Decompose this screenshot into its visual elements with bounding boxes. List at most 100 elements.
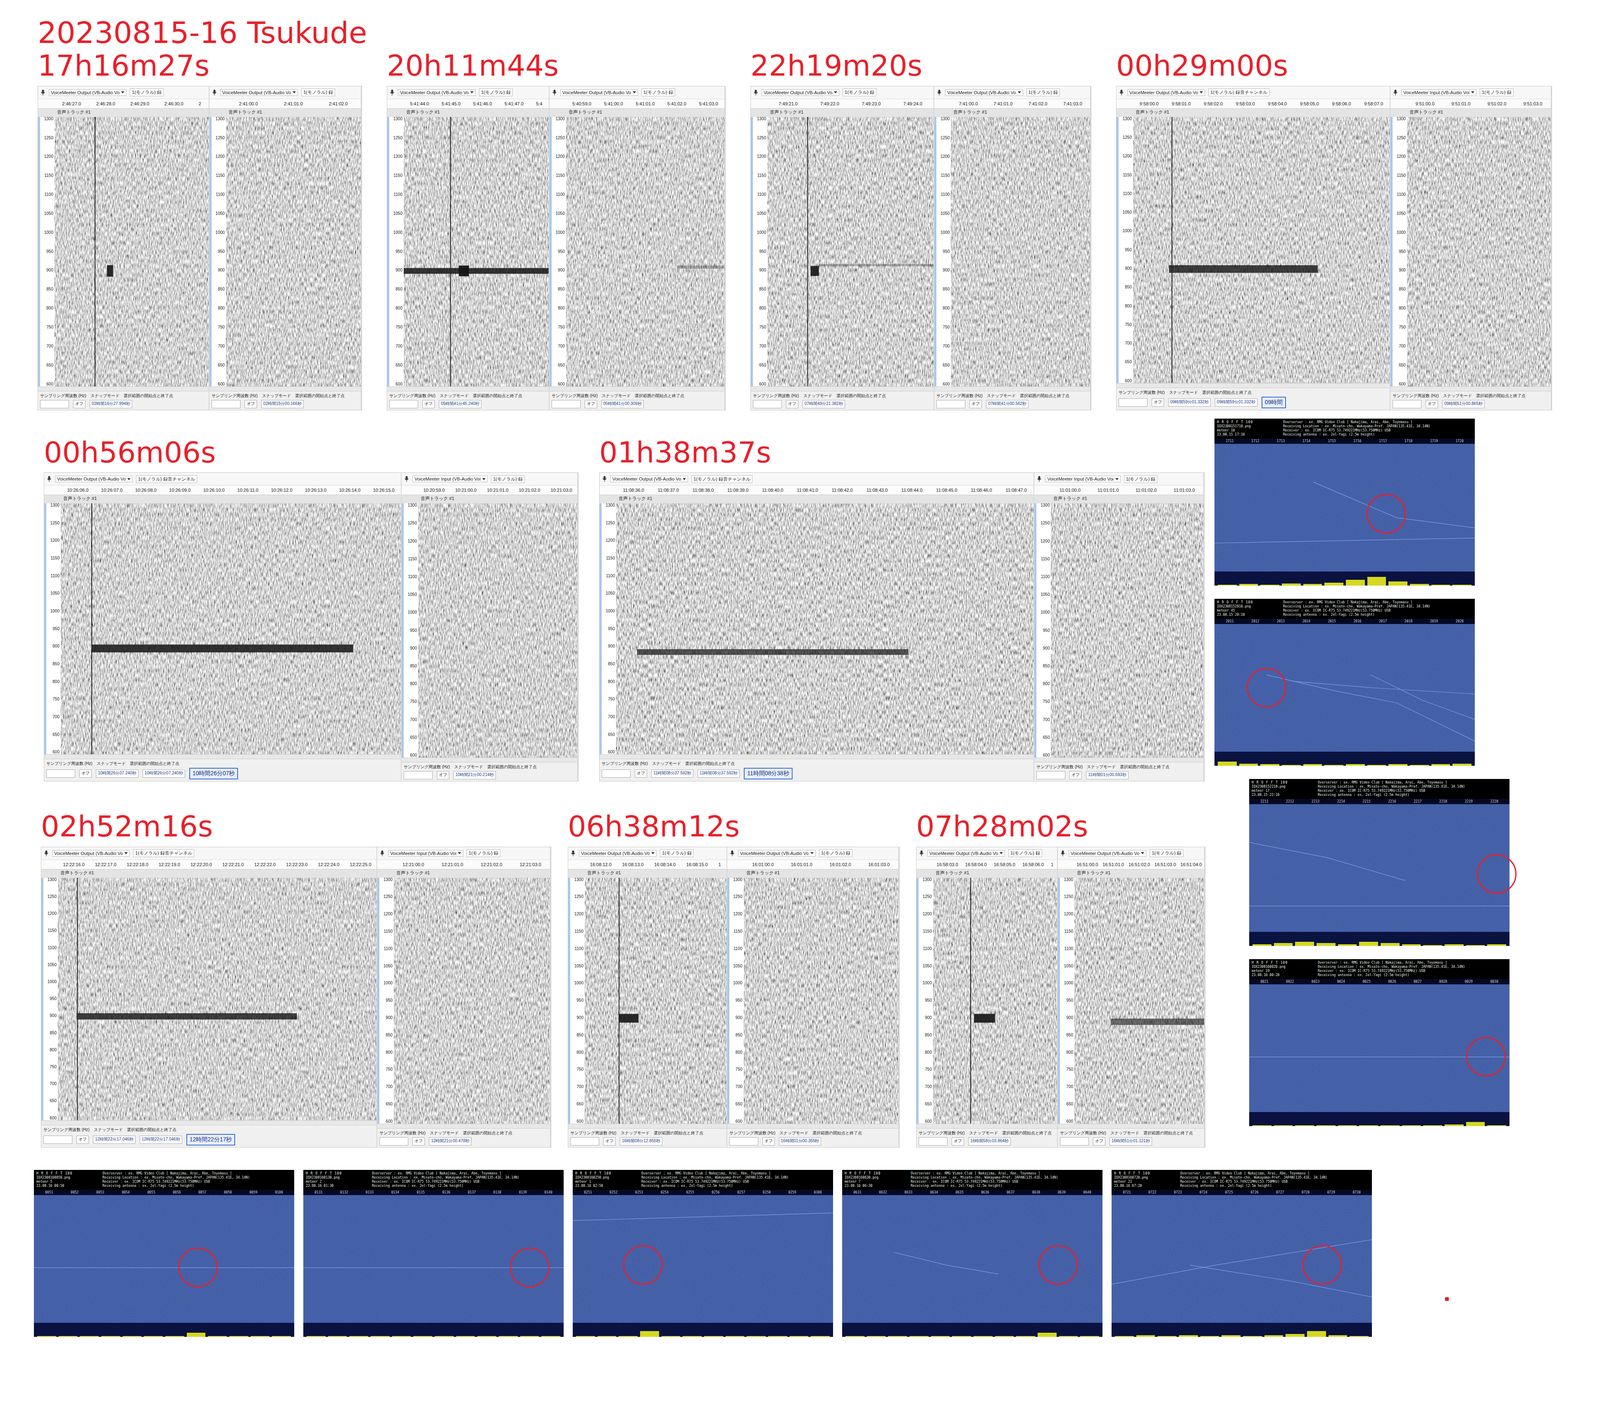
rate-field[interactable] bbox=[389, 400, 419, 409]
scrollbar[interactable] bbox=[377, 1123, 550, 1129]
scrollbar[interactable] bbox=[1034, 757, 1204, 762]
rate-field[interactable] bbox=[570, 1137, 600, 1146]
selection-time-field[interactable]: 09時間59分01.332秒 bbox=[1214, 398, 1258, 407]
snap-field[interactable]: オフ bbox=[79, 769, 92, 778]
device-select[interactable]: VoiceMeeter Output (VB-Audio Vo bbox=[48, 89, 127, 96]
selection-time-field[interactable]: 10時間21分00.214秒 bbox=[453, 771, 496, 780]
device-select[interactable]: VoiceMeeter Output (VB-Audio Vo bbox=[927, 850, 1005, 857]
scrollbar[interactable] bbox=[727, 1123, 899, 1129]
rate-field[interactable] bbox=[936, 400, 966, 409]
rate-field[interactable] bbox=[46, 769, 76, 778]
device-select[interactable]: VoiceMeeter Output (VB-Audio Vo bbox=[945, 89, 1023, 96]
scrollbar[interactable] bbox=[1390, 386, 1551, 391]
snap-field[interactable]: オフ bbox=[584, 400, 598, 409]
spectrogram-plot[interactable] bbox=[616, 503, 1034, 755]
spectrogram-plot[interactable] bbox=[933, 877, 1058, 1124]
device-select[interactable]: VoiceMeeter Input (VB-Audio Voi bbox=[1045, 475, 1121, 483]
channel-select[interactable]: 1(モノラル) 録音チャンネル bbox=[1208, 88, 1270, 97]
selection-time-field[interactable]: 16時間51分01.121秒 bbox=[1109, 1137, 1153, 1146]
snap-field[interactable]: オフ bbox=[412, 1137, 425, 1146]
snap-field[interactable]: オフ bbox=[1069, 771, 1082, 780]
selection-time-field[interactable]: 10時間26分07.240秒 bbox=[95, 769, 139, 778]
channel-select[interactable]: 1(モノラル) 録 bbox=[1026, 88, 1061, 97]
snap-field[interactable]: オフ bbox=[436, 771, 450, 780]
snap-field[interactable]: オフ bbox=[1425, 400, 1439, 409]
channel-select[interactable]: 1(モノラル) 録 bbox=[490, 475, 525, 484]
spectrogram-plot[interactable] bbox=[1133, 116, 1390, 384]
selection-time-field[interactable]: 07時間49分21.382秒 bbox=[802, 400, 846, 409]
snap-field[interactable]: オフ bbox=[244, 400, 258, 409]
device-select[interactable]: VoiceMeeter Output (VB-Audio Vo bbox=[738, 850, 816, 857]
scrollbar[interactable] bbox=[387, 386, 549, 391]
selection-time-field[interactable]: 09時間51分00.865秒 bbox=[1442, 400, 1485, 409]
snap-field[interactable]: オフ bbox=[785, 400, 799, 409]
device-select[interactable]: VoiceMeeter Output (VB-Audio Vo bbox=[397, 89, 476, 96]
scrollbar[interactable] bbox=[549, 386, 725, 391]
channel-select[interactable]: 1(モノラル) 録 bbox=[301, 88, 336, 97]
rate-field[interactable] bbox=[551, 400, 581, 409]
snap-field[interactable]: オフ bbox=[1151, 398, 1165, 407]
spectrogram-plot[interactable] bbox=[566, 116, 725, 387]
scrollbar[interactable] bbox=[916, 1123, 1058, 1129]
rate-field[interactable] bbox=[43, 1135, 73, 1144]
selection-time-field[interactable]: 11時間08分37.592秒 bbox=[651, 769, 694, 778]
selection-time-field[interactable]: 09時間59分01.332秒 bbox=[1168, 398, 1211, 407]
snap-field[interactable]: オフ bbox=[422, 400, 435, 409]
rate-field[interactable] bbox=[211, 400, 241, 409]
selection-time-field[interactable]: 05時間41分45.240秒 bbox=[438, 400, 482, 409]
selection-time-field[interactable]: 12時間22分17.046秒 bbox=[92, 1135, 136, 1144]
channel-select[interactable]: 1(モノラル) 録 bbox=[466, 849, 501, 858]
selection-time-field[interactable]: 16時間01分00.355秒 bbox=[778, 1137, 822, 1146]
device-select[interactable]: VoiceMeeter Output (VB-Audio Vo bbox=[220, 89, 298, 96]
selection-time-field[interactable]: 12時間21分00.478秒 bbox=[428, 1137, 472, 1146]
snap-field[interactable]: オフ bbox=[634, 769, 648, 778]
scrollbar[interactable] bbox=[209, 386, 361, 391]
channel-select[interactable]: 1(モノラル) 録 bbox=[129, 88, 164, 97]
spectrogram-plot[interactable] bbox=[743, 877, 899, 1124]
device-select[interactable]: VoiceMeeter Output (VB-Audio Vo bbox=[761, 89, 840, 96]
scrollbar[interactable] bbox=[934, 386, 1091, 391]
snap-field[interactable]: オフ bbox=[1092, 1137, 1106, 1146]
spectrogram-plot[interactable] bbox=[57, 877, 377, 1121]
device-select[interactable]: VoiceMeeter Input (VB-Audio Voi bbox=[412, 475, 488, 483]
scrollbar[interactable] bbox=[41, 1120, 377, 1125]
rate-field[interactable] bbox=[752, 400, 782, 409]
selection-time-field[interactable]: 05時間41分00.309秒 bbox=[601, 400, 644, 409]
spectrogram-plot[interactable] bbox=[403, 116, 549, 387]
scrollbar[interactable] bbox=[568, 1123, 727, 1129]
snap-field[interactable]: オフ bbox=[603, 1137, 616, 1146]
channel-select[interactable]: 1(モノラル) 録 bbox=[819, 849, 853, 858]
device-select[interactable]: VoiceMeeter Output (VB-Audio Vo bbox=[52, 850, 130, 857]
selection-time-field[interactable]: 02時間16分27.994秒 bbox=[89, 400, 133, 409]
rate-field[interactable] bbox=[40, 400, 70, 409]
channel-select[interactable]: 1(モノラル) 録 bbox=[842, 88, 877, 97]
device-select[interactable]: VoiceMeeter Output (VB-Audio Vo bbox=[1127, 89, 1205, 96]
scrollbar[interactable] bbox=[1057, 1123, 1205, 1129]
rate-field[interactable] bbox=[918, 1137, 948, 1146]
spectrogram-plot[interactable] bbox=[1050, 503, 1204, 758]
channel-select[interactable]: 1(モノラル) 録 bbox=[478, 88, 513, 97]
scrollbar[interactable] bbox=[44, 754, 401, 759]
spectrogram-plot[interactable] bbox=[226, 116, 361, 387]
channel-select[interactable]: 1(モノラル) 録 bbox=[659, 849, 694, 858]
channel-select[interactable]: 1(モノラル) 録 bbox=[1479, 88, 1514, 97]
selection-time-field[interactable]: 16時間08分12.855秒 bbox=[619, 1137, 663, 1146]
channel-select[interactable]: 1(モノラル) 録音チャンネル bbox=[691, 475, 753, 484]
device-select[interactable]: VoiceMeeter Output (VB-Audio Vo bbox=[578, 850, 657, 857]
scrollbar[interactable] bbox=[1116, 383, 1390, 388]
rate-field[interactable] bbox=[1036, 771, 1066, 780]
spectrogram-plot[interactable] bbox=[950, 116, 1091, 387]
selection-time-field[interactable]: 10時間26分07.240秒 bbox=[142, 769, 186, 778]
selection-time-field[interactable]: 07時間41分00.562秒 bbox=[985, 400, 1029, 409]
device-select[interactable]: VoiceMeeter Output (VB-Audio Vo bbox=[54, 475, 133, 483]
spectrogram-plot[interactable] bbox=[393, 877, 550, 1124]
snap-field[interactable]: オフ bbox=[76, 1135, 89, 1144]
spectrogram-plot[interactable] bbox=[54, 116, 209, 387]
channel-select[interactable]: 1(モノラル) 録 bbox=[641, 88, 676, 97]
channel-select[interactable]: 1(モノラル) 録音チャンネル bbox=[135, 475, 198, 484]
spectrogram-plot[interactable] bbox=[60, 503, 401, 755]
rate-field[interactable] bbox=[379, 1137, 409, 1146]
spectrogram-plot[interactable] bbox=[1407, 116, 1551, 387]
snap-field[interactable]: オフ bbox=[969, 400, 982, 409]
snap-field[interactable]: オフ bbox=[73, 400, 86, 409]
